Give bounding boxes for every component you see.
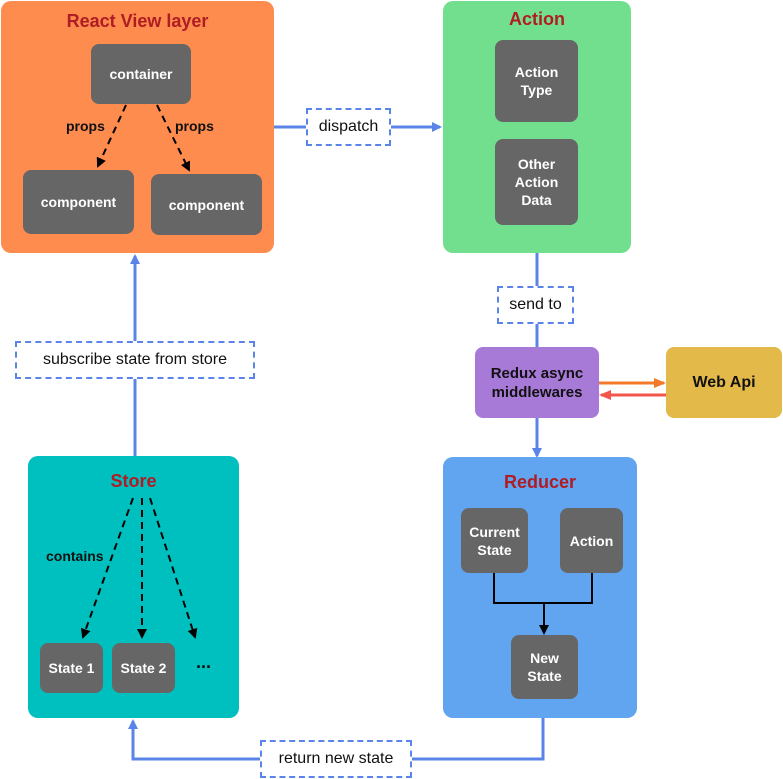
reducer-action-node: Action	[560, 508, 623, 573]
return-new-state-label: return new state	[260, 740, 412, 778]
reducer-merge-arrows	[493, 572, 593, 635]
current-state-merge-line	[493, 572, 593, 604]
current-state-node: Current State	[461, 508, 528, 573]
new-state-node: New State	[511, 635, 578, 699]
